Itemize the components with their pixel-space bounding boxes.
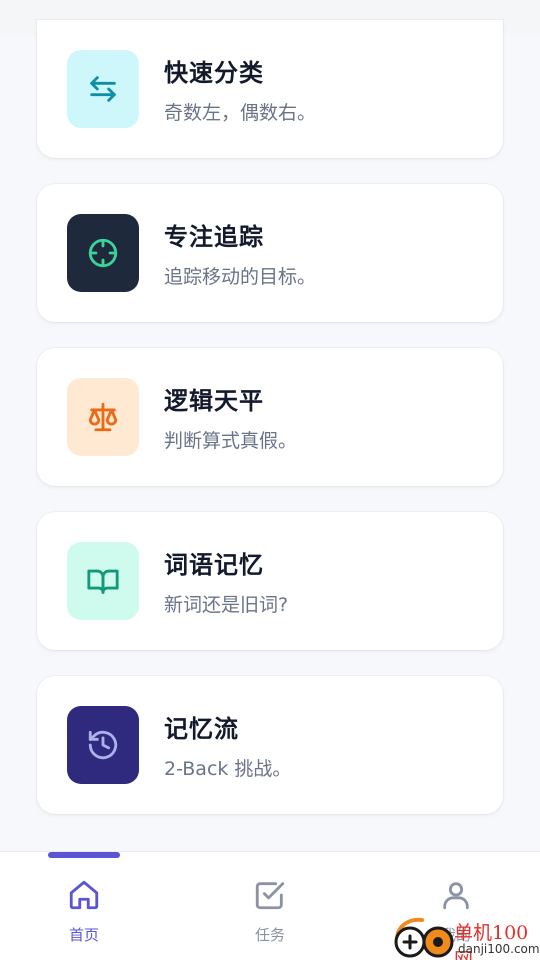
swap-arrows-icon [90, 76, 116, 102]
game-description: 追踪移动的目标。 [164, 266, 317, 288]
game-card-word-memory[interactable]: 词语记忆 新词还是旧词? [37, 512, 503, 650]
game-description: 新词还是旧词? [164, 594, 289, 616]
watermark-url: danji100.com [458, 942, 540, 956]
game-icon-tile [67, 542, 139, 620]
active-tab-indicator [48, 852, 120, 858]
tab-tasks-label: 任务 [254, 926, 285, 944]
book-icon [87, 569, 119, 594]
game-icon-tile [67, 706, 139, 784]
watermark: 单机100网 danji100.com [392, 914, 540, 960]
game-icon-tile [67, 214, 139, 292]
history-icon [88, 730, 118, 760]
user-icon [443, 882, 469, 910]
task-check-icon [255, 882, 285, 910]
game-title: 快速分类 [164, 59, 264, 87]
scale-icon [88, 402, 118, 432]
game-title: 记忆流 [164, 715, 239, 743]
game-title: 逻辑天平 [164, 387, 264, 415]
game-icon-tile [67, 50, 139, 128]
tab-tasks[interactable]: 任务 [225, 878, 315, 948]
screen: 快速分类 奇数左，偶数右。 专注追踪 追踪移动的目标。 逻辑天平 判断算式真假。… [0, 0, 540, 960]
game-card-focus-tracking[interactable]: 专注追踪 追踪移动的目标。 [37, 184, 503, 322]
game-title: 词语记忆 [164, 551, 264, 579]
home-icon [69, 880, 99, 910]
game-description: 奇数左，偶数右。 [164, 102, 317, 124]
tab-home-label: 首页 [68, 926, 99, 944]
watermark-logo-icon [394, 917, 454, 958]
tab-home[interactable]: 首页 [39, 878, 129, 948]
game-title: 专注追踪 [164, 223, 264, 251]
crosshair-icon [88, 238, 118, 268]
game-description: 2-Back 挑战。 [164, 758, 292, 780]
game-description: 判断算式真假。 [164, 430, 298, 452]
game-card-logic-scale[interactable]: 逻辑天平 判断算式真假。 [37, 348, 503, 486]
game-card-memory-stream[interactable]: 记忆流 2-Back 挑战。 [37, 676, 503, 814]
game-card-quick-sort[interactable]: 快速分类 奇数左，偶数右。 [37, 20, 503, 158]
game-icon-tile [67, 378, 139, 456]
